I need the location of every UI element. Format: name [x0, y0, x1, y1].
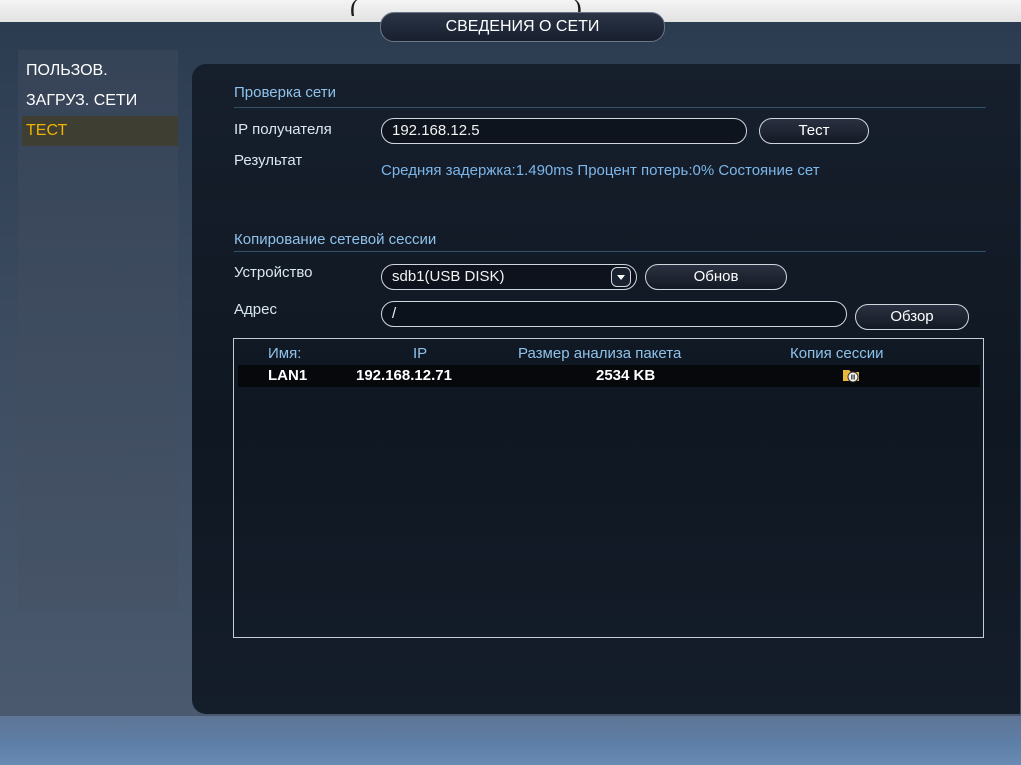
sidebar-item-network-load[interactable]: ЗАГРУЗ. СЕТИ	[22, 86, 178, 116]
column-header-name: Имя:	[268, 345, 302, 362]
session-copy-title: Копирование сетевой сессии	[234, 231, 437, 248]
result-value: Средняя задержка:1.490ms Процент потерь:…	[381, 162, 820, 179]
network-check-divider	[234, 107, 986, 108]
column-header-session-copy: Копия сессии	[790, 345, 884, 362]
session-table: Имя: IP Размер анализа пакета Копия сесс…	[233, 338, 984, 638]
address-label: Адрес	[234, 301, 277, 318]
sidebar-item-test[interactable]: ТЕСТ	[22, 116, 178, 146]
session-copy-divider	[234, 251, 986, 252]
sidebar: ПОЛЬЗОВ. ЗАГРУЗ. СЕТИ ТЕСТ	[18, 50, 178, 610]
result-label: Результат	[234, 152, 303, 169]
cell-ip: 192.168.12.71	[356, 367, 452, 384]
network-check-title: Проверка сети	[234, 84, 336, 101]
chevron-down-icon[interactable]	[611, 267, 631, 287]
device-label: Устройство	[234, 264, 313, 281]
table-row[interactable]: LAN1 192.168.12.71 2534 KB	[238, 365, 980, 387]
bottom-bar	[0, 716, 1021, 765]
column-header-ip: IP	[413, 345, 428, 362]
column-header-packet-size: Размер анализа пакета	[518, 345, 682, 362]
dvr-screen: ( ) СВЕДЕНИЯ О СЕТИ ПОЛЬЗОВ. ЗАГРУЗ. СЕТ…	[0, 0, 1021, 765]
device-select[interactable]: sdb1(USB DISK)	[381, 264, 637, 290]
page-title: СВЕДЕНИЯ О СЕТИ	[380, 12, 665, 42]
ip-label: IP получателя	[234, 121, 332, 138]
address-input[interactable]: /	[381, 301, 847, 327]
browse-button[interactable]: Обзор	[855, 304, 969, 330]
ip-input[interactable]: 192.168.12.5	[381, 118, 747, 144]
cell-size: 2534 KB	[596, 367, 656, 384]
folder-pause-icon[interactable]	[842, 367, 860, 383]
refresh-button[interactable]: Обнов	[645, 264, 787, 290]
sidebar-item-users[interactable]: ПОЛЬЗОВ.	[22, 56, 178, 86]
test-button[interactable]: Тест	[759, 118, 869, 144]
cell-name: LAN1	[268, 367, 308, 384]
